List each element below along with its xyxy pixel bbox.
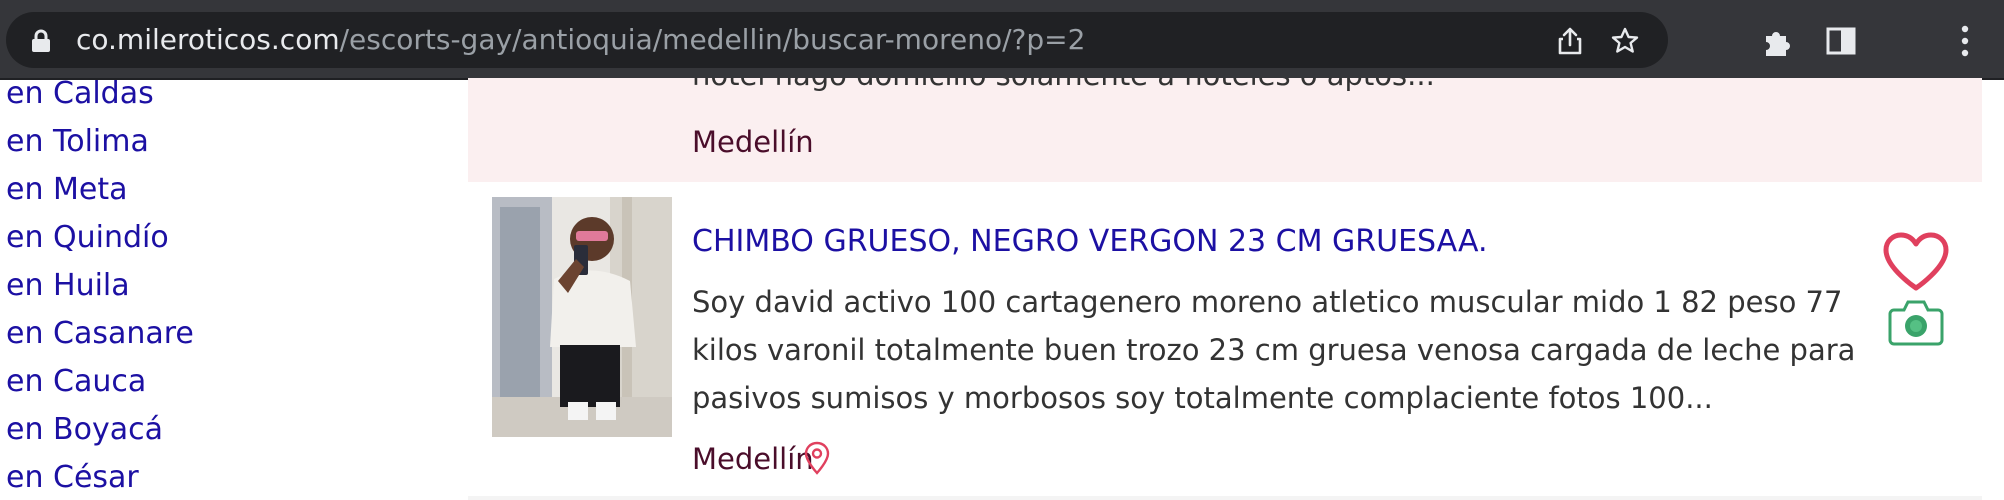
listing-city[interactable]: Medellín (692, 125, 814, 159)
sidebar-item-huila[interactable]: en Huila (6, 268, 130, 303)
listing-photo-image (492, 197, 672, 437)
sidebar-item-meta[interactable]: en Meta (6, 172, 128, 207)
menu-kebab-icon[interactable] (1960, 24, 1970, 58)
url-path: /escorts-gay/antioquia/medellin/buscar-m… (339, 23, 1086, 56)
region-sidebar: en Caldas en Tolima en Meta en Quindío e… (0, 76, 460, 500)
address-bar[interactable]: co.mileroticos.com/escorts-gay/antioquia… (6, 12, 1668, 68)
bookmark-star-icon[interactable] (1610, 26, 1640, 56)
side-panel-icon[interactable] (1826, 27, 1856, 55)
listing-divider (468, 496, 1982, 500)
photos-camera-icon[interactable] (1888, 296, 1944, 348)
listing-card-highlighted[interactable]: hotel hago domicilio solamente a hoteles… (468, 78, 1982, 182)
sidebar-item-tolima[interactable]: en Tolima (6, 124, 149, 159)
lock-icon[interactable] (30, 29, 52, 53)
url-text[interactable]: co.mileroticos.com/escorts-gay/antioquia… (76, 24, 1085, 56)
sidebar-item-boyaca[interactable]: en Boyacá (6, 412, 163, 447)
sidebar-item-cauca[interactable]: en Cauca (6, 364, 146, 399)
browser-toolbar: co.mileroticos.com/escorts-gay/antioquia… (0, 0, 2004, 80)
favorite-heart-icon[interactable] (1882, 232, 1950, 292)
listing-description: hotel hago domicilio solamente a hoteles… (692, 78, 1435, 92)
sidebar-item-quindio[interactable]: en Quindío (6, 220, 169, 255)
listing-photo[interactable] (492, 197, 672, 437)
sidebar-item-casanare[interactable]: en Casanare (6, 316, 194, 351)
sidebar-item-caldas[interactable]: en Caldas (6, 76, 154, 111)
listing-description: Soy david activo 100 cartagenero moreno … (692, 285, 1856, 415)
listing-title[interactable]: CHIMBO GRUESO, NEGRO VERGON 23 CM GRUESA… (692, 224, 1488, 259)
share-icon[interactable] (1556, 26, 1584, 56)
extensions-puzzle-icon[interactable] (1762, 26, 1794, 58)
url-host: co.mileroticos.com (76, 23, 340, 56)
location-pin-icon (804, 441, 830, 475)
sidebar-item-cesar[interactable]: en César (6, 460, 139, 495)
listing-card[interactable]: CHIMBO GRUESO, NEGRO VERGON 23 CM GRUESA… (468, 182, 1982, 500)
listing-city[interactable]: Medellín (692, 442, 814, 476)
